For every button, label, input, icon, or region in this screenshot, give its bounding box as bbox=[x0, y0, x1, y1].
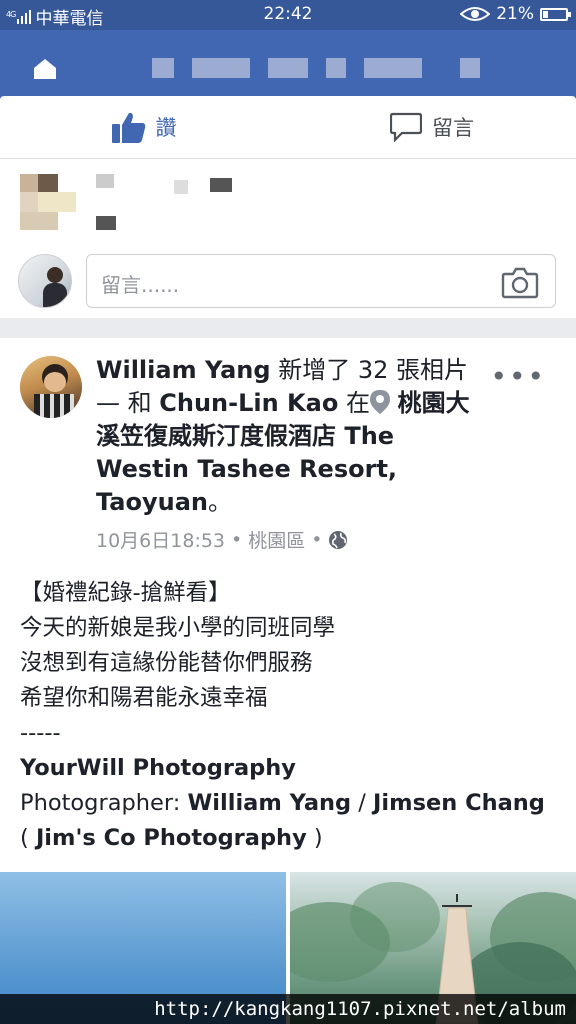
user-avatar bbox=[18, 254, 72, 308]
meta-separator: • bbox=[311, 528, 323, 551]
end-punct: 。 bbox=[207, 488, 232, 516]
status-bar: 4G 中華電信 22:42 21% bbox=[0, 0, 576, 30]
blurred-title bbox=[192, 58, 250, 78]
status-right: 21% bbox=[460, 4, 571, 24]
post-place[interactable]: 桃園區 bbox=[248, 526, 305, 553]
speech-bubble-icon bbox=[390, 112, 422, 142]
home-icon[interactable] bbox=[32, 58, 58, 80]
blurred-title bbox=[152, 58, 174, 78]
blurred-name bbox=[210, 178, 232, 192]
blurred-title bbox=[268, 58, 308, 78]
thumbs-up-icon bbox=[111, 112, 145, 143]
body-line: 沒想到有這緣份能替你們服務 bbox=[20, 650, 313, 676]
photographer-credit: Photographer: William Yang / Jimsen Chan… bbox=[20, 786, 560, 856]
action-bar: 讚 留言 bbox=[0, 96, 576, 159]
camera-icon[interactable] bbox=[501, 267, 539, 299]
studio-name: Jim's Co Photography bbox=[35, 825, 307, 851]
body-divider: ----- bbox=[20, 720, 61, 746]
author-avatar[interactable] bbox=[20, 356, 82, 418]
more-options-icon[interactable]: ••• bbox=[490, 360, 546, 393]
comment-button[interactable]: 留言 bbox=[288, 96, 576, 158]
comment-input[interactable]: 留言...... bbox=[86, 254, 556, 308]
battery-icon bbox=[540, 7, 571, 21]
blurred-name bbox=[174, 180, 188, 194]
body-line: 希望你和陽君能永遠幸福 bbox=[20, 685, 268, 711]
photographer-name: William Yang bbox=[187, 790, 352, 816]
credit-slash: / bbox=[351, 790, 374, 816]
feed-post: William Yang 新增了 32 張相片 — 和 Chun-Lin Kao… bbox=[0, 338, 576, 1024]
tagged-friend[interactable]: Chun-Lin Kao bbox=[159, 389, 338, 417]
photographer-label: Photographer: bbox=[20, 790, 188, 816]
body-line: 今天的新娘是我小學的同班同學 bbox=[20, 615, 336, 641]
blurred-text bbox=[96, 216, 116, 230]
meta-separator: • bbox=[231, 528, 243, 551]
comment-placeholder: 留言...... bbox=[101, 273, 180, 297]
globe-icon bbox=[329, 530, 348, 549]
watermark-url: http://kangkang1107.pixnet.net/album bbox=[0, 994, 576, 1024]
post-header: William Yang 新增了 32 張相片 — 和 Chun-Lin Kao… bbox=[96, 354, 476, 519]
comment-label: 留言 bbox=[432, 116, 474, 140]
battery-percent: 21% bbox=[496, 4, 534, 24]
like-button[interactable]: 讚 bbox=[0, 96, 288, 158]
paren-open: ( bbox=[20, 825, 36, 851]
photographer-name: Jimsen Chang bbox=[373, 790, 545, 816]
author-name[interactable]: William Yang bbox=[96, 356, 271, 384]
body-line: 【婚禮紀錄-搶鮮看】 bbox=[20, 580, 231, 606]
blurred-name bbox=[96, 174, 114, 188]
comment-composer: 留言...... bbox=[18, 254, 558, 310]
blurred-title bbox=[364, 58, 422, 78]
at-text: 在 bbox=[338, 389, 370, 417]
paren-close: ) bbox=[306, 825, 323, 851]
eye-icon bbox=[460, 7, 491, 21]
comment-section: 讚 留言 留言...... bbox=[0, 96, 576, 318]
blurred-title bbox=[326, 58, 346, 78]
app-header bbox=[0, 30, 576, 102]
post-meta: 10月6日18:53 • 桃園區 • bbox=[96, 526, 348, 553]
blurred-avatar bbox=[20, 174, 76, 230]
location-pin-icon bbox=[369, 390, 390, 414]
like-label: 讚 bbox=[155, 116, 177, 140]
blurred-title bbox=[460, 58, 480, 78]
post-date[interactable]: 10月6日18:53 bbox=[96, 526, 225, 553]
post-body: 【婚禮紀錄-搶鮮看】 今天的新娘是我小學的同班同學 沒想到有這緣份能替你們服務 … bbox=[20, 576, 560, 856]
brand-name: YourWill Photography bbox=[20, 755, 296, 781]
